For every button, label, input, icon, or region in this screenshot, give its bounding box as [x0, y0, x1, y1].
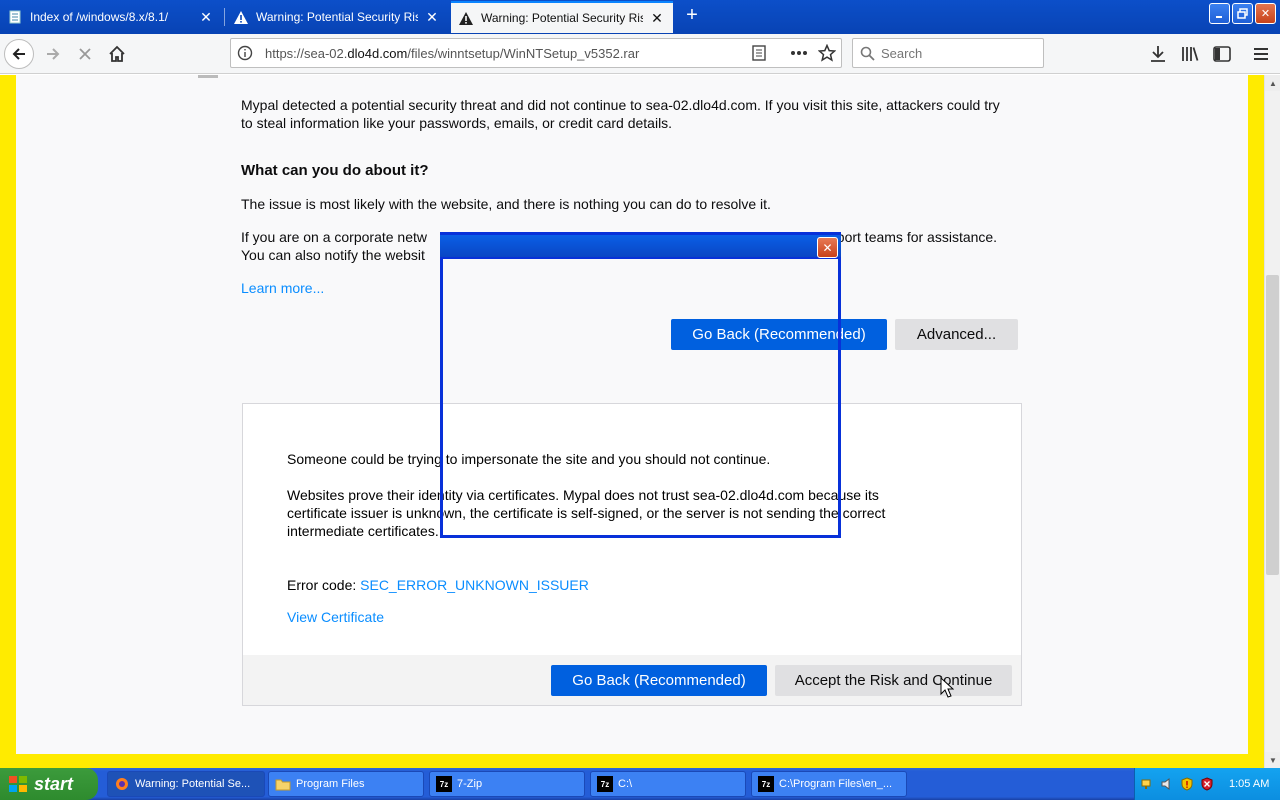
taskbar: start Warning: Potential Se... Program F…: [0, 768, 1280, 800]
page-actions-icon[interactable]: [785, 39, 813, 67]
info-icon[interactable]: [231, 39, 259, 67]
minimize-icon[interactable]: [1209, 3, 1230, 24]
dialog-close-icon[interactable]: ✕: [817, 237, 838, 258]
vertical-scrollbar[interactable]: ▲ ▼: [1264, 75, 1280, 768]
tray-network-icon[interactable]: [1139, 776, 1155, 792]
downloads-icon[interactable]: [1143, 39, 1173, 69]
system-tray: 1:05 AM: [1134, 768, 1280, 800]
url-domain: dlo4d.com: [347, 45, 408, 61]
tab-title: Index of /windows/8.x/8.1/: [30, 10, 169, 24]
url-path: /files/winntsetup/WinNTSetup_v5352.rar: [407, 45, 640, 61]
corporate-text-start: If you are on a corporate netw: [241, 229, 427, 245]
tab-divider: [224, 8, 225, 26]
notify-text: You can also notify the websit: [241, 247, 425, 263]
tray-volume-icon[interactable]: [1159, 776, 1175, 792]
maximize-icon[interactable]: [1232, 3, 1253, 24]
close-tab-icon[interactable]: ✕: [649, 10, 665, 26]
close-window-icon[interactable]: ✕: [1255, 3, 1276, 24]
search-bar[interactable]: [852, 38, 1044, 68]
scroll-indicator: [198, 75, 218, 78]
7zip-icon: 7z: [436, 776, 452, 792]
tab-index[interactable]: Index of /windows/8.x/8.1/ ✕: [0, 2, 222, 32]
warning-icon: [459, 11, 473, 25]
start-label: start: [34, 773, 74, 794]
home-icon[interactable]: [102, 39, 132, 69]
taskbar-item-7zip[interactable]: 7z 7-Zip: [429, 771, 585, 797]
address-bar[interactable]: https://sea-02.dlo4d.com/files/winntsetu…: [230, 38, 842, 68]
learn-more-link[interactable]: Learn more...: [241, 280, 324, 296]
issue-text: The issue is most likely with the websit…: [241, 196, 771, 212]
taskbar-item-label: C:\Program Files\en_...: [779, 778, 893, 790]
error-code-line: Error code: SEC_ERROR_UNKNOWN_ISSUER: [287, 576, 589, 594]
sidebar-toggle-icon[interactable]: [1207, 39, 1237, 69]
mouse-cursor-icon: [940, 676, 955, 704]
error-code-label: Error code:: [287, 577, 361, 593]
firefox-icon: [114, 776, 130, 792]
folder-icon: [275, 776, 291, 792]
separator: [773, 39, 785, 67]
back-arrow-icon[interactable]: [4, 39, 34, 69]
tab-title: Warning: Potential Security Risk A: [481, 11, 643, 25]
tray-alert-shield-icon[interactable]: [1199, 776, 1215, 792]
taskbar-item-label: C:\: [618, 778, 633, 790]
window-controls: ✕: [1209, 3, 1276, 24]
new-tab-icon[interactable]: +: [680, 4, 704, 28]
advanced-button[interactable]: Advanced...: [895, 319, 1018, 350]
taskbar-item-label: 7-Zip: [457, 778, 483, 790]
7zip-icon: 7z: [758, 776, 774, 792]
accept-risk-button[interactable]: Accept the Risk and Continue: [775, 665, 1012, 696]
warning-icon: [234, 10, 248, 24]
search-input[interactable]: [881, 45, 1031, 61]
error-code-link[interactable]: SEC_ERROR_UNKNOWN_ISSUER: [360, 577, 589, 593]
taskbar-item-c-drive[interactable]: 7z C:\: [590, 771, 746, 797]
dialog-title-bar[interactable]: ✕: [440, 232, 841, 259]
windows-logo-icon: [8, 775, 28, 793]
corporate-text-end: pport teams for assistance.: [829, 229, 998, 245]
tray-clock[interactable]: 1:05 AM: [1229, 778, 1269, 790]
empty-dialog: ✕: [440, 232, 841, 538]
scroll-up-icon[interactable]: ▲: [1265, 75, 1280, 91]
scroll-down-icon[interactable]: ▼: [1265, 752, 1280, 768]
what-heading: What can you do about it?: [241, 162, 429, 179]
advanced-footer: Go Back (Recommended) Accept the Risk an…: [243, 655, 1021, 705]
view-certificate-link[interactable]: View Certificate: [287, 609, 384, 625]
taskbar-item-program-files-en[interactable]: 7z C:\Program Files\en_...: [751, 771, 907, 797]
url-prefix: https://sea-02.: [265, 45, 348, 61]
intro-text: Mypal detected a potential security thre…: [241, 97, 1000, 131]
close-tab-icon[interactable]: ✕: [198, 9, 214, 25]
navigation-bar: https://sea-02.dlo4d.com/files/winntsetu…: [0, 34, 1280, 74]
7zip-icon: 7z: [597, 776, 613, 792]
stop-loading-icon[interactable]: [70, 39, 100, 69]
tab-warning-1[interactable]: Warning: Potential Security Risk A ✕: [226, 2, 448, 32]
tray-security-shield-icon[interactable]: [1179, 776, 1195, 792]
go-back-button-advanced[interactable]: Go Back (Recommended): [551, 665, 767, 696]
reader-view-icon[interactable]: [745, 39, 773, 67]
search-icon: [853, 39, 881, 67]
tab-warning-2[interactable]: Warning: Potential Security Risk A ✕: [451, 1, 673, 33]
tab-bar: Index of /windows/8.x/8.1/ ✕ Warning: Po…: [0, 0, 1280, 34]
start-button[interactable]: start: [0, 768, 98, 800]
close-tab-icon[interactable]: ✕: [424, 9, 440, 25]
forward-arrow-icon[interactable]: [38, 39, 68, 69]
taskbar-item-browser[interactable]: Warning: Potential Se...: [107, 771, 265, 797]
url-text[interactable]: https://sea-02.dlo4d.com/files/winntsetu…: [259, 46, 745, 61]
bookmark-star-icon[interactable]: [813, 39, 841, 67]
taskbar-item-label: Warning: Potential Se...: [135, 778, 251, 790]
taskbar-item-label: Program Files: [296, 778, 365, 790]
scroll-thumb[interactable]: [1266, 275, 1279, 575]
taskbar-item-program-files[interactable]: Program Files: [268, 771, 424, 797]
menu-icon[interactable]: [1246, 39, 1276, 69]
library-icon[interactable]: [1175, 39, 1205, 69]
tab-title: Warning: Potential Security Risk A: [256, 10, 418, 24]
page-icon: [8, 10, 22, 24]
